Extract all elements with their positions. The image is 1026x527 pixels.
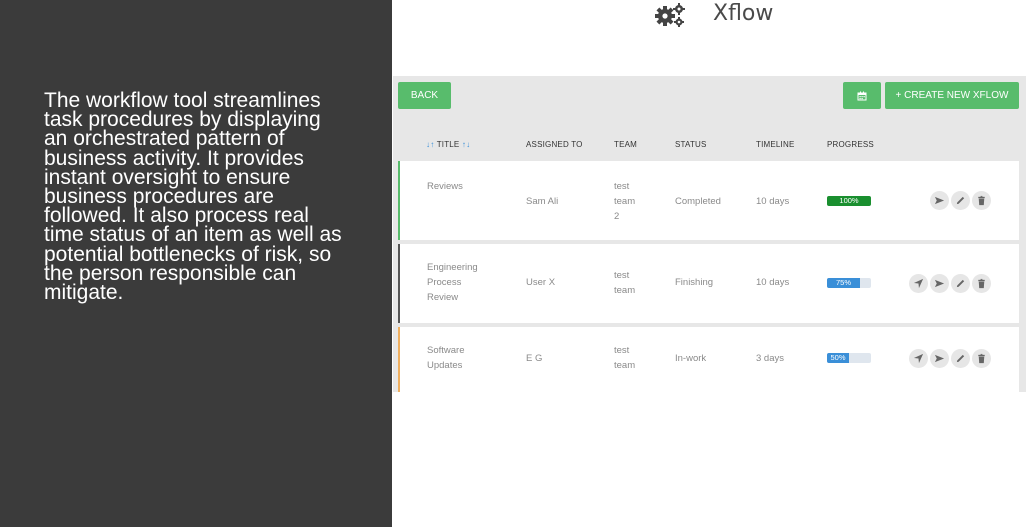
xflow-app: BACK + CREATE NEW XFLOW ↓↑ TITLE ↑↓ ASSI… [393, 76, 1026, 392]
table-row[interactable]: Reviews Sam Ali test team 2 Completed 10… [398, 161, 1019, 240]
send-button[interactable] [930, 191, 949, 210]
delete-button[interactable] [972, 274, 991, 293]
edit-icon [956, 354, 965, 363]
delete-icon [978, 278, 985, 289]
edit-icon [956, 196, 965, 205]
navigate-button[interactable] [909, 274, 928, 293]
column-progress-header: PROGRESS [827, 140, 874, 149]
row-status: In-work [675, 353, 707, 364]
delete-button[interactable] [972, 349, 991, 368]
navigate-button[interactable] [909, 349, 928, 368]
gears-icon [653, 2, 687, 28]
calendar-icon [857, 91, 867, 100]
column-team-header: TEAM [614, 140, 638, 149]
sort-icon[interactable]: ↑↓ [462, 140, 470, 149]
sort-icon[interactable]: ↓↑ [426, 140, 434, 149]
edit-icon [956, 279, 965, 288]
column-title-header[interactable]: ↓↑ TITLE ↑↓ [426, 140, 470, 149]
row-team: test team [614, 345, 636, 371]
delete-button[interactable] [972, 191, 991, 210]
delete-icon [978, 195, 985, 206]
app-title: Xflow [713, 1, 774, 26]
row-title: Reviews [427, 181, 463, 192]
row-assigned: Sam Ali [526, 196, 559, 207]
row-title: Software Updates [427, 345, 465, 371]
row-timeline: 10 days [756, 277, 790, 288]
edit-button[interactable] [951, 191, 970, 210]
description-text: The workflow tool streamlines task proce… [44, 89, 342, 305]
send-icon [934, 279, 945, 288]
app-header: Xflow [392, 0, 1026, 32]
row-team: test team 2 [614, 181, 636, 222]
send-button[interactable] [930, 274, 949, 293]
create-new-xflow-button[interactable]: + CREATE NEW XFLOW [885, 82, 1019, 109]
edit-button[interactable] [951, 349, 970, 368]
row-assigned: E G [526, 353, 543, 364]
send-button[interactable] [930, 349, 949, 368]
progress-bar: 100% [827, 196, 871, 206]
navigate-icon [913, 353, 924, 364]
table-row[interactable]: Engineering Process Review User X test t… [398, 244, 1019, 323]
row-status: Completed [675, 196, 721, 207]
send-icon [934, 354, 945, 363]
column-assigned-header: ASSIGNED TO [526, 140, 583, 149]
progress-bar: 75% [827, 278, 871, 288]
progress-fill: 50% [827, 353, 849, 363]
row-team: test team [614, 270, 636, 296]
delete-icon [978, 353, 985, 364]
row-timeline: 10 days [756, 196, 790, 207]
table-row[interactable]: Software Updates E G test team In-work 3… [398, 327, 1019, 392]
progress-fill: 75% [827, 278, 860, 288]
send-icon [934, 196, 945, 205]
row-timeline: 3 days [756, 353, 784, 364]
navigate-icon [913, 278, 924, 289]
progress-bar: 50% [827, 353, 871, 363]
progress-fill: 100% [827, 196, 871, 206]
column-timeline-header: TIMELINE [756, 140, 795, 149]
row-title: Engineering Process Review [427, 262, 478, 303]
edit-button[interactable] [951, 274, 970, 293]
calendar-button[interactable] [843, 82, 881, 109]
row-assigned: User X [526, 277, 556, 288]
row-status: Finishing [675, 277, 714, 288]
back-button[interactable]: BACK [398, 82, 451, 109]
column-status-header: STATUS [675, 140, 707, 149]
description-panel: The workflow tool streamlines task proce… [0, 0, 392, 527]
